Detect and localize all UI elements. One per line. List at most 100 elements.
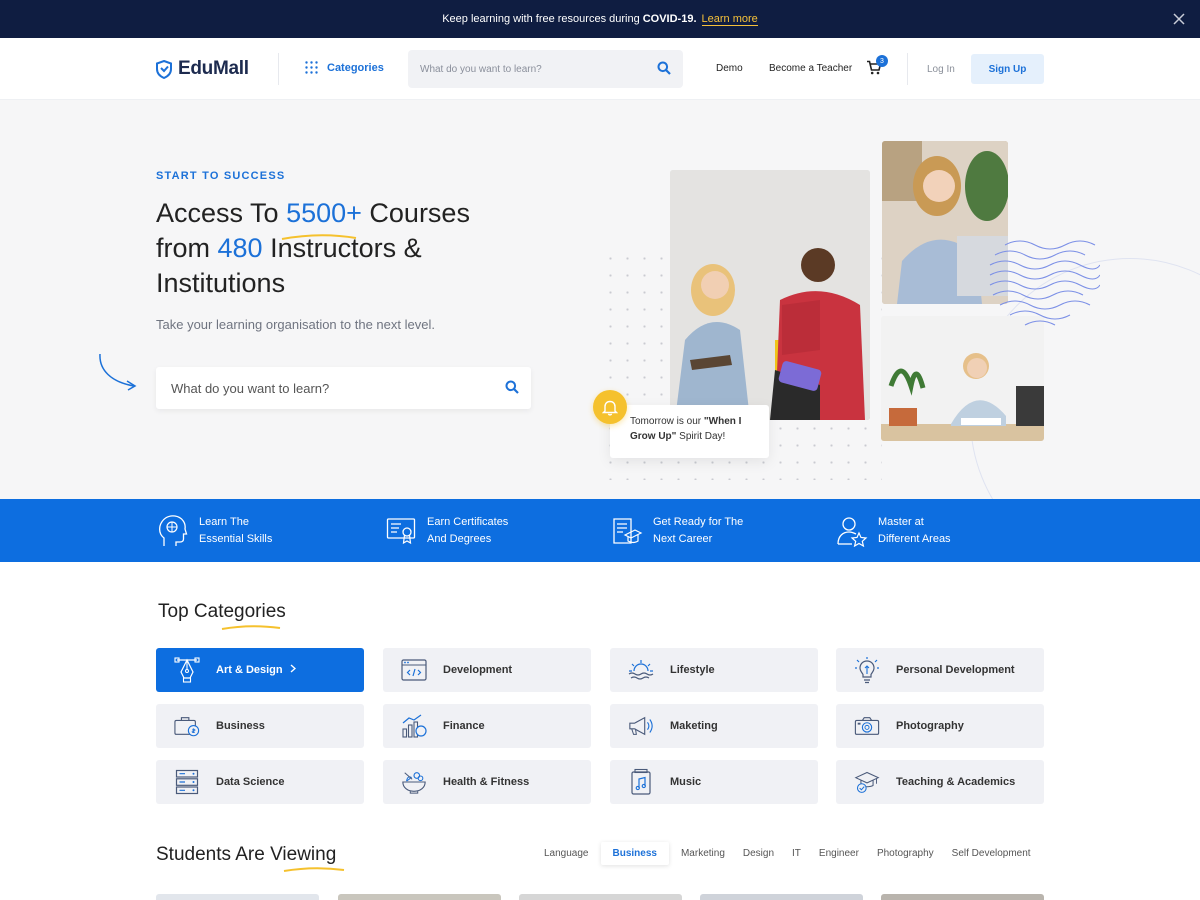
notification-text-pre: Tomorrow is our xyxy=(630,416,704,427)
course-card[interactable] xyxy=(338,894,501,900)
graduation-cap-icon xyxy=(854,769,880,795)
certificate-icon xyxy=(384,513,418,549)
code-window-icon xyxy=(401,657,427,683)
category-business[interactable]: Business xyxy=(156,704,364,748)
notification-text-post: Spirit Day! xyxy=(676,431,726,442)
hero-subtitle: Take your learning organisation to the n… xyxy=(156,317,435,332)
category-lifestyle[interactable]: Lifestyle xyxy=(610,648,818,692)
feature-line1: Learn The xyxy=(199,516,249,528)
course-card[interactable] xyxy=(881,894,1044,900)
feature-line2: And Degrees xyxy=(427,533,492,545)
tab-it[interactable]: IT xyxy=(783,842,810,865)
title-underline-swoosh xyxy=(281,234,357,240)
category-label: Photography xyxy=(896,720,964,732)
hero-title: Access To 5500+ Courses from 480 Instruc… xyxy=(156,196,556,301)
categories-label: Categories xyxy=(327,61,384,74)
category-photography[interactable]: Photography xyxy=(836,704,1044,748)
pen-tool-icon xyxy=(174,657,200,683)
bell-icon xyxy=(593,390,627,424)
category-label: Art & Design xyxy=(216,664,283,676)
category-label: Lifestyle xyxy=(670,664,715,676)
finance-chart-icon xyxy=(401,713,427,739)
megaphone-icon xyxy=(628,713,654,739)
lightbulb-icon xyxy=(854,657,880,684)
course-card[interactable] xyxy=(156,894,319,900)
hero-eyebrow: START TO SUCCESS xyxy=(156,170,286,182)
search-icon[interactable] xyxy=(505,380,519,397)
announcement-bold: COVID-19. xyxy=(642,13,697,25)
camera-icon xyxy=(854,713,880,739)
signup-button[interactable]: Sign Up xyxy=(971,54,1044,84)
divider xyxy=(278,53,279,85)
category-label: Music xyxy=(670,776,702,788)
hero-title-part: Institutions xyxy=(156,268,286,298)
top-categories-title: Top Categories xyxy=(158,601,286,622)
tab-marketing[interactable]: Marketing xyxy=(672,842,734,865)
header-search-input[interactable]: What do you want to learn? xyxy=(408,50,683,88)
category-music[interactable]: Music xyxy=(610,760,818,804)
feature-line1: Earn Certificates xyxy=(427,516,509,528)
category-label: Personal Development xyxy=(896,664,1015,676)
category-label: Health & Fitness xyxy=(443,776,530,788)
category-marketing[interactable]: Maketing xyxy=(610,704,818,748)
healthy-bowl-icon xyxy=(401,769,427,795)
brain-head-icon xyxy=(156,513,190,549)
features-band: Learn The Essential Skills Earn Certifica… xyxy=(0,499,1200,562)
category-label: Business xyxy=(216,720,265,732)
user-star-icon xyxy=(835,513,869,549)
categories-menu[interactable]: Categories xyxy=(305,61,384,74)
course-card[interactable] xyxy=(700,894,863,900)
cart-button[interactable]: 3 xyxy=(866,55,888,80)
grid-dots-icon xyxy=(305,61,318,74)
hero-section: START TO SUCCESS Access To 5500+ Courses… xyxy=(0,100,1200,499)
feature-line2: Essential Skills xyxy=(199,533,273,545)
category-data-science[interactable]: Data Science xyxy=(156,760,364,804)
hero-title-part: Courses xyxy=(361,198,470,228)
login-link[interactable]: Log In xyxy=(927,64,955,75)
category-personal-development[interactable]: Personal Development xyxy=(836,648,1044,692)
category-label: Finance xyxy=(443,720,485,732)
tab-engineer[interactable]: Engineer xyxy=(810,842,868,865)
hero-title-part: Access To xyxy=(156,198,287,228)
server-icon xyxy=(174,769,200,795)
feature-line2: Different Areas xyxy=(878,533,951,545)
feature-line1: Master at xyxy=(878,516,924,528)
category-label: Development xyxy=(443,664,513,676)
cart-count-badge: 3 xyxy=(876,55,888,67)
hero-search-placeholder: What do you want to learn? xyxy=(171,380,330,396)
category-art-design[interactable]: Art & Design xyxy=(156,648,364,692)
chevron-right-icon xyxy=(290,664,296,676)
search-icon[interactable] xyxy=(657,61,671,78)
feature-line2: Next Career xyxy=(653,533,713,545)
nav-demo[interactable]: Demo xyxy=(716,63,743,74)
category-label: Maketing xyxy=(670,720,718,732)
hero-search-input[interactable]: What do you want to learn? xyxy=(156,367,531,409)
category-development[interactable]: Development xyxy=(383,648,591,692)
tab-business[interactable]: Business xyxy=(600,842,669,865)
announcement-bar: Keep learning with free resources during… xyxy=(0,0,1200,38)
music-file-icon xyxy=(628,768,654,795)
tab-self-development[interactable]: Self Development xyxy=(943,842,1040,865)
category-health-fitness[interactable]: Health & Fitness xyxy=(383,760,591,804)
students-viewing-title: Students Are Viewing xyxy=(156,844,337,865)
nav-become-teacher[interactable]: Become a Teacher xyxy=(769,63,852,74)
tab-photography[interactable]: Photography xyxy=(868,842,943,865)
shield-logo-icon xyxy=(156,59,172,79)
viewing-tabs: Language Business Marketing Design IT En… xyxy=(535,842,1040,865)
notification-card: Tomorrow is our "When I Grow Up" Spirit … xyxy=(610,405,769,458)
hero-instructor-count: 480 xyxy=(217,233,263,263)
sunrise-icon xyxy=(628,657,654,683)
feature-line1: Get Ready for The xyxy=(653,516,744,528)
announcement-text: Keep learning with free resources during xyxy=(442,13,640,25)
close-icon[interactable] xyxy=(1170,10,1188,28)
logo[interactable]: EduMall xyxy=(156,58,249,80)
hero-course-count: 5500+ xyxy=(286,198,362,228)
category-finance[interactable]: Finance xyxy=(383,704,591,748)
course-card[interactable] xyxy=(519,894,682,900)
category-teaching-academics[interactable]: Teaching & Academics xyxy=(836,760,1044,804)
header-search-placeholder: What do you want to learn? xyxy=(420,63,542,75)
wave-pattern xyxy=(989,240,1100,326)
tab-design[interactable]: Design xyxy=(734,842,783,865)
learn-more-link[interactable]: Learn more xyxy=(701,13,758,26)
tab-language[interactable]: Language xyxy=(535,842,598,865)
